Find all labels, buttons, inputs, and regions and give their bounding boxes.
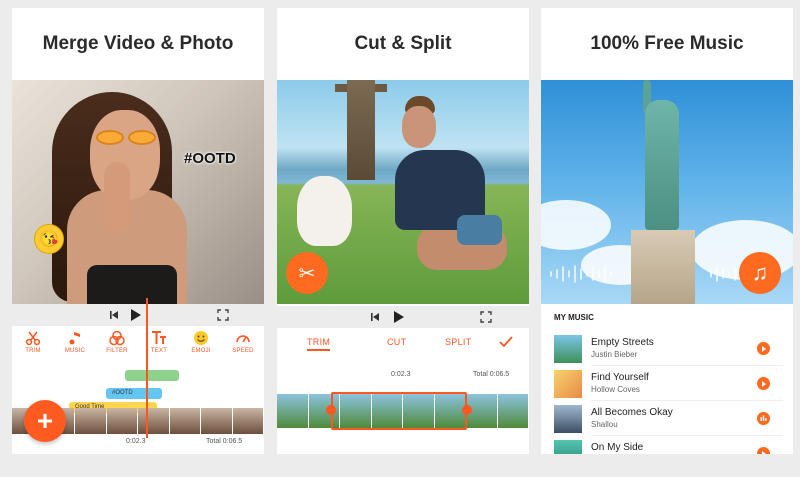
song-artist: Hollow Coves [591,385,640,394]
promo-card-cut: Cut & Split ✂ TRIM CUT SPLIT 0:02.3 Tota… [277,8,529,454]
tool-music[interactable]: MUSIC [56,330,94,366]
song-title: Empty Streets [591,337,654,348]
tab-cut[interactable]: CUT [387,337,406,347]
card-title: Merge Video & Photo [42,33,234,54]
list-item[interactable]: Find Yourself Hollow Coves [541,367,793,401]
song-title: On My Side [591,442,644,453]
song-artist: Justin Bieber [591,350,638,359]
list-item[interactable]: All Becomes Okay Shallou [541,402,793,436]
play-icon[interactable] [757,342,770,355]
fullscreen-icon[interactable] [480,311,492,323]
text-icon [152,331,166,344]
play-icon[interactable] [757,447,770,454]
promo-card-music: 100% Free Music ♫ MY MUSIC Empty Streets… [541,8,793,454]
play-icon[interactable] [130,308,142,322]
playhead[interactable] [146,298,148,438]
total-time: Total 0:06.5 [473,371,510,378]
trim-selection[interactable] [331,392,467,430]
tab-split[interactable]: SPLIT [445,337,472,347]
kiss-emoji-icon[interactable]: 😘 [34,224,64,254]
previous-icon[interactable] [369,311,381,323]
list-item[interactable]: Empty Streets Justin Bieber [541,332,793,366]
play-icon[interactable] [757,377,770,390]
tool-label: SPEED [232,348,254,354]
edit-toolbar: TRIM MUSIC FILTER TEXT EMOJI SPEED [12,330,264,366]
music-note-icon[interactable]: ♫ [739,252,781,294]
tab-trim[interactable]: TRIM [307,337,331,351]
song-title: All Becomes Okay [591,407,673,418]
trim-start-handle[interactable] [326,405,336,415]
total-time: Total 0:06.5 [206,438,243,445]
list-item[interactable]: On My Side [541,437,793,454]
tool-label: TEXT [150,348,168,354]
scissors-icon [25,331,41,346]
card-title: Cut & Split [354,33,452,54]
play-icon[interactable] [393,310,405,324]
text-sticker[interactable]: #OOTD [184,150,236,167]
album-art [554,405,582,433]
tool-speed[interactable]: SPEED [224,330,262,366]
preview-image: #OOTD 😘 [12,80,264,304]
current-time: 0:02.3 [391,371,411,378]
card-title: 100% Free Music [590,33,744,54]
checkmark-icon[interactable] [499,336,513,348]
filter-icon [109,330,125,346]
song-artist: Shallou [591,420,618,429]
preview-image: ♫ [541,80,793,304]
player-controls [12,304,264,326]
previous-icon[interactable] [108,309,120,321]
speedometer-icon [236,335,250,343]
tool-label: MUSIC [64,348,86,354]
album-art [554,335,582,363]
album-art [554,370,582,398]
current-time: 0:02.3 [126,438,146,445]
trim-end-handle[interactable] [462,405,472,415]
tool-label: EMOJI [191,348,211,354]
tool-trim[interactable]: TRIM [14,330,52,366]
video-overlay-track[interactable] [125,370,179,381]
scissors-icon[interactable]: ✂ [286,252,328,294]
preview-image: ✂ [277,80,529,304]
album-art [554,440,582,454]
emoji-icon [194,331,208,345]
add-button[interactable]: + [24,400,66,442]
fullscreen-icon[interactable] [217,309,229,321]
promo-card-merge: Merge Video & Photo #OOTD 😘 TRIM MUSIC F… [12,8,264,454]
cut-tabs: TRIM CUT SPLIT [277,334,529,354]
music-note-icon [69,332,80,345]
song-title: Find Yourself [591,372,649,383]
tool-label: TRIM [25,348,41,354]
tool-filter[interactable]: FILTER [98,330,136,366]
tool-emoji[interactable]: EMOJI [182,330,220,366]
section-label: MY MUSIC [554,313,594,322]
player-controls [277,306,529,328]
text-track[interactable]: #OOTD [106,388,162,399]
equalizer-icon[interactable] [757,412,770,425]
tool-label: FILTER [106,348,128,354]
